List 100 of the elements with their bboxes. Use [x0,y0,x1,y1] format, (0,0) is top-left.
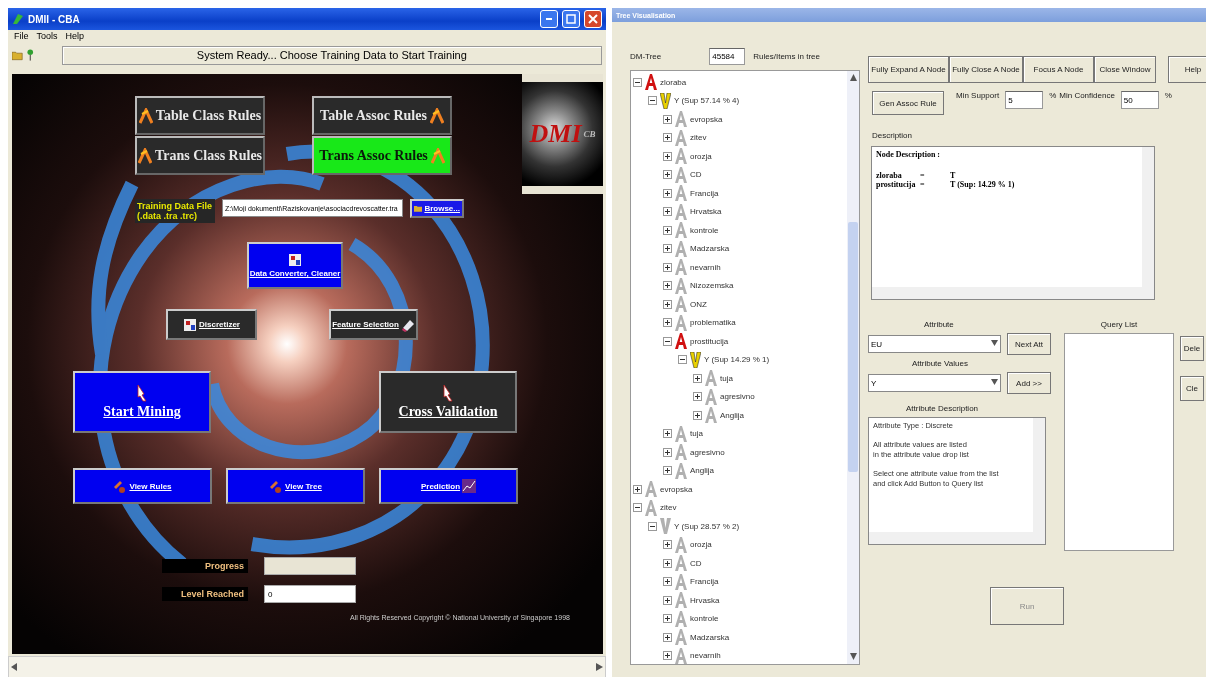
node-button[interactable]: Fully Expand A Node [868,56,949,83]
tree-node[interactable]: Y (Sup 28.57 % 2) [674,521,740,531]
side-button[interactable]: Dele [1180,336,1204,361]
expand-box-icon[interactable] [663,114,672,124]
expand-box-icon[interactable] [663,447,672,457]
collapse-box-icon[interactable] [648,96,657,106]
horizontal-scrollbar[interactable] [872,287,1142,299]
horizontal-scrollbar[interactable] [8,656,606,677]
tree-node[interactable]: zitev [660,503,677,513]
expand-box-icon[interactable] [663,133,672,143]
tree-node[interactable]: Nizozemska [690,281,734,291]
mode-button[interactable]: Trans Assoc Rules [312,136,452,175]
expand-box-icon[interactable] [663,558,672,568]
collapse-box-icon[interactable] [633,503,642,513]
query-list[interactable] [1064,333,1174,551]
dropdown-icon[interactable] [991,340,998,348]
tool-button[interactable]: Discretizer [166,309,257,340]
pin-icon[interactable] [27,49,34,61]
expand-box-icon[interactable] [663,207,672,217]
tree-node[interactable]: nevarnih [690,262,721,272]
expand-box-icon[interactable] [663,540,672,550]
tree-node[interactable]: Anglija [720,410,744,420]
description-area[interactable]: Node Description : zloraba = T prostitucija = T (Sup: 14.29 % 1) [871,146,1155,300]
action-button[interactable]: Start Mining [73,371,211,433]
tree-node[interactable]: ONZ [690,299,707,309]
tree-node[interactable]: kontrole [690,225,719,235]
expand-box-icon[interactable] [663,466,672,476]
level-field[interactable]: 0 [264,585,356,603]
horizontal-scrollbar[interactable] [869,532,1033,544]
expand-box-icon[interactable] [693,410,702,420]
expand-box-icon[interactable] [693,392,702,402]
gen-rule-button[interactable]: Gen Assoc Rule [872,91,944,115]
collapse-box-icon[interactable] [678,355,687,365]
expand-box-icon[interactable] [663,632,672,642]
tree-node[interactable]: orozja [690,151,712,161]
maximize-button[interactable] [562,10,580,28]
attribute-select[interactable]: EU [868,335,1001,353]
expand-box-icon[interactable] [663,188,672,198]
folder-icon[interactable] [12,49,24,61]
tree-node[interactable]: Madzarska [690,632,730,642]
expand-box-icon[interactable] [663,595,672,605]
expand-box-icon[interactable] [663,262,672,272]
min-confidence-field[interactable]: 50 [1120,91,1159,109]
tree-node[interactable]: Hrvatska [690,207,722,217]
action-button[interactable]: Cross Validation [379,371,517,433]
expand-box-icon[interactable] [663,244,672,254]
count-field[interactable]: 45584 [709,48,746,65]
side-button[interactable]: Cle [1180,376,1204,401]
tree-node[interactable]: tuja [690,429,703,439]
close-button[interactable] [584,10,602,28]
mode-button[interactable]: Trans Class Rules [135,136,265,175]
expand-box-icon[interactable] [663,281,672,291]
expand-box-icon[interactable] [663,225,672,235]
node-button[interactable]: Focus A Node [1023,56,1094,83]
expand-box-icon[interactable] [663,614,672,624]
vertical-scrollbar[interactable] [847,71,859,664]
next-attribute-button[interactable]: Next Att [1007,333,1051,355]
tree-node[interactable]: Y (Sup 57.14 % 4) [674,96,740,106]
menu-item[interactable]: Tools [36,31,58,43]
minimize-button[interactable] [540,10,558,28]
tree-node[interactable]: CD [690,558,702,568]
scroll-left-icon[interactable] [11,663,18,671]
node-button[interactable]: Fully Close A Node [949,56,1023,83]
tree-node[interactable]: orozja [690,540,712,550]
expand-box-icon[interactable] [663,170,672,180]
tree-node[interactable]: zloraba [660,77,687,87]
scroll-down-icon[interactable] [849,653,857,661]
collapse-box-icon[interactable] [633,77,642,87]
mode-button[interactable]: Table Assoc Rules [312,96,452,135]
tree-node[interactable]: Madzarska [690,244,730,254]
add-button[interactable]: Add >> [1007,372,1051,394]
tree-node[interactable]: kontrole [690,614,719,624]
expand-box-icon[interactable] [663,318,672,328]
menu-item[interactable]: Help [65,31,85,43]
min-support-field[interactable]: 5 [1005,91,1044,109]
help-button[interactable]: Help [1168,56,1206,83]
tree-node[interactable]: Hrvaska [690,595,720,605]
dropdown-icon[interactable] [991,379,998,387]
browse-button[interactable]: Browse... [410,199,464,218]
menu-item[interactable]: File [14,31,29,43]
tree-node[interactable]: evropska [660,484,693,494]
view-button[interactable]: Prediction [379,468,518,504]
tree-node[interactable]: agresivno [690,447,725,457]
scroll-up-icon[interactable] [849,74,857,82]
expand-box-icon[interactable] [663,299,672,309]
tree-node[interactable]: Y (Sup 14.29 % 1) [704,355,770,365]
collapse-box-icon[interactable] [663,336,672,346]
tool-button[interactable]: Data Converter, Cleaner [247,242,343,289]
vertical-scrollbar[interactable] [1033,418,1045,532]
tree-node[interactable]: zitev [690,133,707,143]
tree-node[interactable]: problematika [690,318,736,328]
expand-box-icon[interactable] [693,373,702,383]
tree-node[interactable]: prostitucija [690,336,729,346]
collapse-box-icon[interactable] [648,521,657,531]
expand-box-icon[interactable] [663,151,672,161]
expand-box-icon[interactable] [663,429,672,439]
tree-node[interactable]: nevarnih [690,651,721,661]
tree-node[interactable]: agresivno [720,392,755,402]
expand-box-icon[interactable] [663,651,672,661]
node-button[interactable]: Close Window [1094,56,1156,83]
